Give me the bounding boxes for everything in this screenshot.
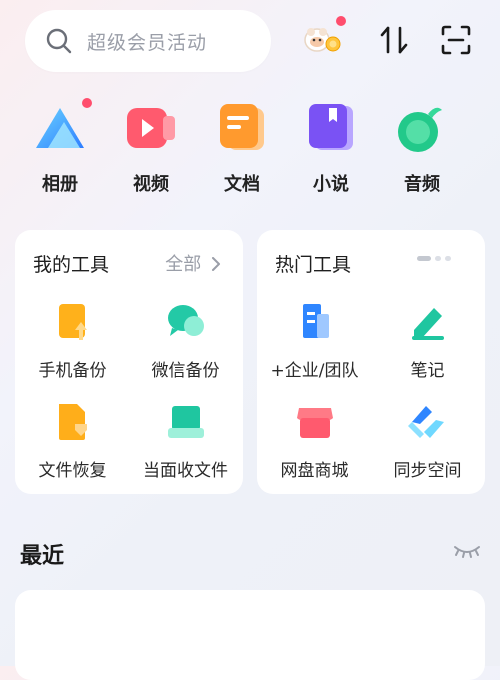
store-icon <box>293 400 337 444</box>
tool-enterprise-label: +企业/团队 <box>270 361 359 381</box>
app-shortcuts: 相册 视频 文档 小说 音频 <box>0 98 500 200</box>
tool-file-restore-label: 文件恢复 <box>38 461 107 481</box>
tool-receive-file[interactable]: 当面收文件 <box>128 400 243 481</box>
album-badge <box>82 98 92 108</box>
novel-icon <box>301 100 361 156</box>
eye-closed-icon[interactable] <box>452 543 482 561</box>
tool-wechat-backup-label: 微信备份 <box>151 361 220 381</box>
app-video-label: 视频 <box>133 174 169 195</box>
tool-phone-backup-label: 手机备份 <box>38 361 107 381</box>
search-icon <box>46 28 72 54</box>
mascot-icon[interactable] <box>301 20 343 56</box>
note-icon <box>406 300 450 344</box>
recent-title: 最近 <box>20 544 65 569</box>
tool-receive-file-label: 当面收文件 <box>143 461 228 481</box>
tool-enterprise[interactable]: +企业/团队 <box>257 300 372 381</box>
tool-phone-backup[interactable]: 手机备份 <box>15 300 130 381</box>
my-tools-all-label: 全部 <box>165 254 202 275</box>
tool-store[interactable]: 网盘商城 <box>257 400 372 481</box>
app-audio-label: 音频 <box>404 174 440 195</box>
search-bar[interactable]: 超级会员活动 <box>25 10 271 72</box>
notification-badge <box>336 16 346 26</box>
hot-tools-card: 热门工具 +企业/团队 笔记 网盘商城 同步空间 <box>257 230 485 494</box>
tool-sync-space[interactable]: 同步空间 <box>370 400 485 481</box>
app-document-label: 文档 <box>224 174 260 195</box>
tool-store-label: 网盘商城 <box>280 461 349 481</box>
app-novel-label: 小说 <box>313 174 349 195</box>
album-icon <box>30 100 90 156</box>
app-novel[interactable]: 小说 <box>286 100 376 196</box>
app-album[interactable]: 相册 <box>15 100 105 196</box>
phone-backup-icon <box>51 300 95 344</box>
document-icon <box>212 100 272 156</box>
sync-space-icon <box>406 400 450 444</box>
tool-wechat-backup[interactable]: 微信备份 <box>128 300 243 381</box>
scan-icon[interactable] <box>440 24 472 56</box>
search-placeholder: 超级会员活动 <box>87 32 208 54</box>
tool-file-restore[interactable]: 文件恢复 <box>15 400 130 481</box>
app-video[interactable]: 视频 <box>106 100 196 196</box>
my-tools-all-link[interactable]: 全部 <box>165 250 221 276</box>
my-tools-title: 我的工具 <box>33 254 110 276</box>
my-tools-card: 我的工具 全部 手机备份 微信备份 文件恢复 当面收文件 <box>15 230 243 494</box>
chevron-right-icon <box>212 257 220 271</box>
audio-icon <box>392 100 452 156</box>
video-icon <box>121 100 181 156</box>
tool-note-label: 笔记 <box>410 361 445 381</box>
tool-sync-space-label: 同步空间 <box>393 461 462 481</box>
recent-list-card <box>15 590 485 680</box>
wechat-backup-icon <box>164 300 208 344</box>
app-audio[interactable]: 音频 <box>377 100 467 196</box>
hot-tools-title: 热门工具 <box>275 254 352 276</box>
enterprise-icon <box>293 300 337 344</box>
sort-icon[interactable] <box>379 24 409 56</box>
file-restore-icon <box>51 400 95 444</box>
carousel-indicator <box>417 256 451 262</box>
app-album-label: 相册 <box>42 174 78 195</box>
receive-file-icon <box>164 400 208 444</box>
app-document[interactable]: 文档 <box>197 100 287 196</box>
tool-note[interactable]: 笔记 <box>370 300 485 381</box>
